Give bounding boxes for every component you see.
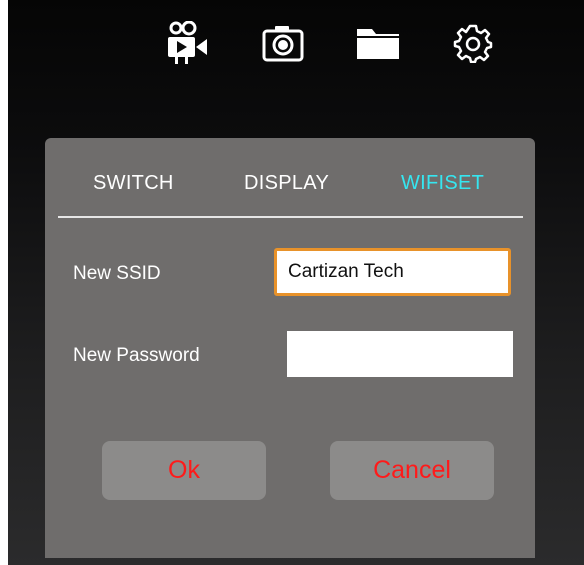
tab-divider — [58, 216, 523, 218]
gear-icon[interactable] — [448, 18, 498, 68]
ok-button[interactable]: Ok — [102, 441, 266, 500]
tab-switch[interactable]: SWITCH — [93, 172, 174, 195]
app-screen: SWITCH DISPLAY WIFISET New SSID New Pass… — [8, 0, 584, 565]
ssid-input[interactable] — [274, 248, 511, 296]
top-toolbar — [163, 12, 498, 74]
cancel-button[interactable]: Cancel — [330, 441, 494, 500]
ssid-label: New SSID — [73, 263, 161, 284]
tab-bar: SWITCH DISPLAY WIFISET — [45, 138, 535, 218]
wifi-settings-dialog: SWITCH DISPLAY WIFISET New SSID New Pass… — [45, 138, 535, 558]
camera-icon[interactable] — [258, 18, 308, 68]
tab-wifiset[interactable]: WIFISET — [401, 172, 484, 195]
password-input[interactable] — [287, 331, 513, 377]
password-label: New Password — [73, 345, 200, 366]
video-camera-icon[interactable] — [163, 18, 213, 68]
folder-icon[interactable] — [353, 18, 403, 68]
tab-display[interactable]: DISPLAY — [244, 172, 329, 195]
